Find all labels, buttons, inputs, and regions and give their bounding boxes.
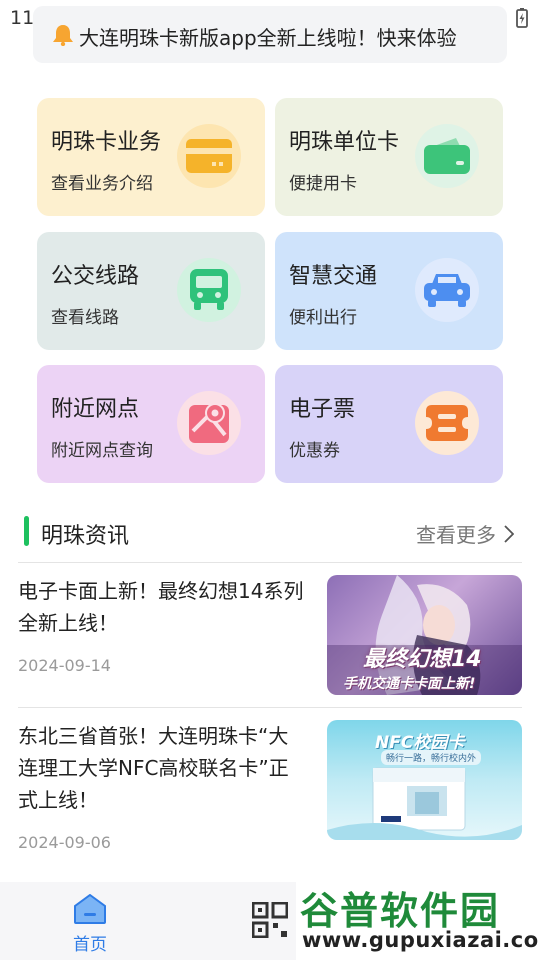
nav-home-label: 首页 bbox=[73, 935, 107, 955]
card-title: 明珠卡业务 bbox=[51, 130, 162, 155]
card-title: 附近网点 bbox=[51, 397, 140, 422]
card-subtitle: 查看线路 bbox=[51, 308, 119, 328]
card-title: 电子票 bbox=[289, 397, 356, 422]
ticket-icon bbox=[415, 391, 479, 455]
divider bbox=[18, 707, 522, 708]
card-e-ticket[interactable]: 电子票 优惠券 bbox=[275, 365, 503, 483]
thumbnail-subcaption: 畅行一路，畅行校内外 bbox=[381, 750, 482, 765]
news-thumbnail: 最终幻想14 手机交通卡卡面上新! bbox=[327, 575, 522, 695]
card-title: 明珠单位卡 bbox=[289, 130, 400, 155]
news-item-date: 2024-09-06 bbox=[18, 833, 111, 852]
divider bbox=[18, 562, 522, 563]
watermark-title: 谷普软件园 bbox=[300, 889, 501, 933]
bell-icon bbox=[53, 25, 73, 46]
news-item-date: 2024-09-14 bbox=[18, 656, 111, 675]
bus-icon bbox=[177, 258, 241, 322]
news-item[interactable]: 电子卡面上新！最终幻想14系列全新上线！ 2024-09-14 最终幻想14 手… bbox=[18, 575, 522, 697]
card-bus-route[interactable]: 公交线路 查看线路 bbox=[37, 232, 265, 350]
car-icon bbox=[415, 258, 479, 322]
card-title: 智慧交通 bbox=[289, 264, 378, 289]
nav-home[interactable]: 首页 bbox=[62, 893, 118, 955]
section-accent-bar bbox=[24, 516, 29, 546]
card-subtitle: 附近网点查询 bbox=[51, 441, 153, 461]
card-smart-traffic[interactable]: 智慧交通 便利出行 bbox=[275, 232, 503, 350]
news-thumbnail: NFC校园卡 畅行一路，畅行校内外 bbox=[327, 720, 522, 840]
card-subtitle: 查看业务介绍 bbox=[51, 174, 153, 194]
news-item[interactable]: 东北三省首张！大连明珠卡“大连理工大学NFC高校联名卡”正式上线！ 2024-0… bbox=[18, 720, 522, 852]
card-subtitle: 便利出行 bbox=[289, 308, 357, 328]
home-icon bbox=[74, 893, 106, 924]
view-more-link[interactable]: 查看更多 bbox=[416, 519, 514, 548]
news-item-title: 东北三省首张！大连明珠卡“大连理工大学NFC高校联名卡”正式上线！ bbox=[18, 724, 289, 812]
thumbnail-subcaption: 手机交通卡卡面上新! bbox=[343, 676, 476, 692]
wallet-icon bbox=[415, 124, 479, 188]
view-more-label: 查看更多 bbox=[416, 523, 496, 547]
chevron-right-icon bbox=[504, 524, 514, 543]
qr-code-icon[interactable] bbox=[252, 902, 288, 938]
thumbnail-caption: 最终幻想14 bbox=[363, 647, 482, 672]
card-subtitle: 优惠券 bbox=[289, 441, 340, 461]
card-subtitle: 便捷用卡 bbox=[289, 174, 357, 194]
news-section-title: 明珠资讯 bbox=[41, 524, 130, 549]
map-pin-icon bbox=[177, 391, 241, 455]
news-item-title: 电子卡面上新！最终幻想14系列全新上线！ bbox=[18, 579, 304, 635]
card-mingzhu-business[interactable]: 明珠卡业务 查看业务介绍 bbox=[37, 98, 265, 216]
card-nearby-outlets[interactable]: 附近网点 附近网点查询 bbox=[37, 365, 265, 483]
bank-card-icon bbox=[177, 124, 241, 188]
news-section-header: 明珠资讯 查看更多 bbox=[18, 512, 522, 552]
card-title: 公交线路 bbox=[51, 264, 140, 289]
notice-banner[interactable]: 大连明珠卡新版app全新上线啦！快来体验 bbox=[33, 6, 507, 63]
watermark-logo: 谷普软件园 www.gupuxiazai.com bbox=[296, 876, 540, 960]
notice-text: 大连明珠卡新版app全新上线啦！快来体验 bbox=[79, 26, 457, 50]
watermark-url: www.gupuxiazai.com bbox=[302, 928, 540, 952]
card-unit-card[interactable]: 明珠单位卡 便捷用卡 bbox=[275, 98, 503, 216]
battery-icon bbox=[516, 8, 528, 28]
